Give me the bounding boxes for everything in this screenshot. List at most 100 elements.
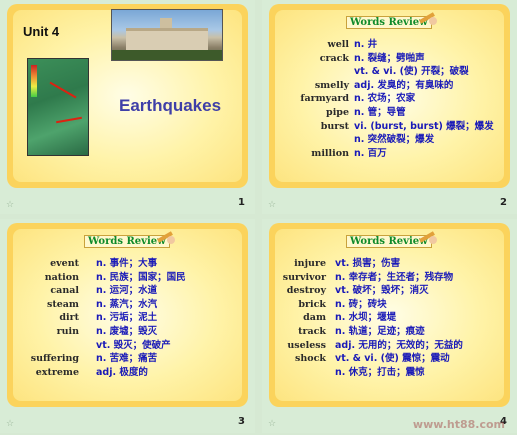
pencil-hand-icon: [419, 12, 437, 25]
word-definition: vt. & vi. (使) 震惊；震动: [335, 353, 450, 365]
earthquake-map-image: [27, 58, 89, 156]
word-definition: n. 休克；打击；震惊: [335, 366, 425, 378]
word-definition: adj. 极度的: [96, 366, 148, 378]
word-definition: adj. 发臭的；有臭味的: [354, 79, 454, 91]
word-term: canal: [50, 285, 79, 297]
slide-panel: Words Review well n. 井 crack n. 裂缝；劈啪声 vt. &…: [269, 4, 510, 188]
word-term: pipe: [326, 107, 349, 118]
pencil-hand-icon: [419, 231, 437, 244]
word-term: extreme: [35, 366, 79, 378]
slide-panel: Unit 4 Earthquakes: [7, 4, 248, 188]
word-definition: vt. 毁灭；使破产: [96, 339, 171, 351]
word-entry: n. 休克；打击；震惊: [269, 366, 510, 379]
transition-star-icon: ☆: [6, 419, 15, 429]
word-term: suffering: [30, 353, 79, 365]
word-term: nation: [44, 271, 79, 283]
word-definition: n. 裂缝；劈啪声: [354, 52, 425, 64]
word-term: well: [327, 39, 349, 50]
word-term: dirt: [59, 312, 79, 324]
transition-star-icon: ☆: [268, 200, 277, 210]
word-definition: vt. 损害；伤害: [335, 258, 401, 269]
slide-number: 3: [238, 416, 245, 427]
word-definition: n. 民族；国家；国民: [96, 271, 186, 283]
word-term: track: [298, 326, 326, 337]
word-definition: vi. (burst, burst) 爆裂；爆发: [354, 120, 494, 132]
building-photo: [111, 9, 223, 61]
pencil-hand-icon: [157, 231, 175, 244]
word-entry: useless adj. 无用的；无效的；无益的: [269, 339, 510, 352]
word-term: million: [311, 147, 349, 159]
word-entry: crack n. 裂缝；劈啪声: [269, 52, 510, 65]
word-entry: steam n. 蒸汽；水汽: [7, 298, 248, 311]
word-entry: track n. 轨道；足迹；痕迹: [269, 325, 510, 338]
word-entry: farmyard n. 农场；农家: [269, 92, 510, 105]
word-entry: smelly adj. 发臭的；有臭味的: [269, 79, 510, 92]
word-term: survivor: [282, 271, 326, 283]
word-definition: vt. 破坏；毁坏；消灭: [335, 285, 429, 297]
word-definition: n. 百万: [354, 147, 387, 159]
word-term: destroy: [286, 285, 326, 297]
word-entry: vt. & vi. (使) 开裂；破裂: [269, 65, 510, 78]
word-definition: vt. & vi. (使) 开裂；破裂: [354, 66, 469, 78]
word-definition: n. 农场；农家: [354, 93, 416, 105]
word-entry: event n. 事件；大事: [7, 257, 248, 270]
word-entry: ruin n. 废墟；毁灭: [7, 325, 248, 338]
word-definition: n. 运河；水道: [96, 285, 158, 297]
word-entry: vt. 毁灭；使破产: [7, 339, 248, 352]
word-term: brick: [298, 298, 326, 310]
word-definition: n. 突然破裂；爆发: [354, 134, 435, 146]
word-definition: n. 苦难；痛苦: [96, 353, 158, 365]
slide-thumbnail-4[interactable]: Words Review injure vt. 损害；伤害 survivor n. 幸…: [262, 219, 517, 433]
slide-panel: Words Review injure vt. 损害；伤害 survivor n. 幸…: [269, 223, 510, 407]
unit-label: Unit 4: [23, 24, 60, 39]
transition-star-icon: ☆: [6, 200, 15, 210]
word-entry: canal n. 运河；水道: [7, 284, 248, 297]
slide-thumbnail-1[interactable]: Unit 4 Earthquakes ☆ 1: [0, 0, 255, 214]
word-entry: nation n. 民族；国家；国民: [7, 271, 248, 284]
word-term: steam: [47, 298, 79, 310]
word-entry: n. 突然破裂；爆发: [269, 133, 510, 146]
word-entry: shock vt. & vi. (使) 震惊；震动: [269, 352, 510, 365]
word-term: dam: [303, 312, 326, 324]
word-definition: n. 污垢；泥土: [96, 312, 158, 324]
word-entry: destroy vt. 破坏；毁坏；消灭: [269, 284, 510, 297]
word-definition: n. 水坝；堰堤: [335, 312, 397, 324]
word-definition: n. 管；导管: [354, 107, 406, 118]
word-entry: dirt n. 污垢；泥土: [7, 311, 248, 324]
word-term: useless: [287, 339, 326, 351]
word-term: injure: [294, 258, 326, 269]
word-term: ruin: [56, 326, 79, 337]
word-definition: n. 砖；砖块: [335, 298, 387, 310]
word-entry: brick n. 砖；砖块: [269, 298, 510, 311]
word-entry: well n. 井: [269, 38, 510, 51]
slide-thumbnail-3[interactable]: Words Review event n. 事件；大事 nation n. 民族；国家…: [0, 219, 255, 433]
word-entry: million n. 百万: [269, 147, 510, 160]
word-entry: dam n. 水坝；堰堤: [269, 311, 510, 324]
word-term: crack: [319, 52, 349, 64]
slide-thumbnail-2[interactable]: Words Review well n. 井 crack n. 裂缝；劈啪声 vt. &…: [262, 0, 517, 214]
slide-panel: Words Review event n. 事件；大事 nation n. 民族；国家…: [7, 223, 248, 407]
word-entry: pipe n. 管；导管: [269, 106, 510, 119]
word-definition: n. 幸存者；生还者；残存物: [335, 271, 454, 283]
watermark-url: www.ht88.com: [412, 418, 505, 431]
word-definition: adj. 无用的；无效的；无益的: [335, 339, 463, 351]
transition-star-icon: ☆: [268, 419, 277, 429]
word-definition: n. 蒸汽；水汽: [96, 298, 158, 310]
word-term: event: [50, 258, 79, 269]
word-definition: n. 轨道；足迹；痕迹: [335, 326, 425, 337]
word-entry: survivor n. 幸存者；生还者；残存物: [269, 271, 510, 284]
slide-number: 1: [238, 197, 245, 208]
word-term: farmyard: [300, 93, 349, 105]
word-term: smelly: [314, 79, 349, 91]
word-definition: n. 井: [354, 39, 378, 50]
word-term: burst: [320, 120, 349, 132]
slide-title: Earthquakes: [119, 96, 222, 115]
word-term: shock: [295, 353, 326, 365]
word-definition: n. 废墟；毁灭: [96, 326, 158, 337]
word-definition: n. 事件；大事: [96, 258, 158, 269]
word-entry: burst vi. (burst, burst) 爆裂；爆发: [269, 120, 510, 133]
word-entry: injure vt. 损害；伤害: [269, 257, 510, 270]
word-entry: suffering n. 苦难；痛苦: [7, 352, 248, 365]
word-entry: extreme adj. 极度的: [7, 366, 248, 379]
slide-number: 2: [500, 197, 507, 208]
